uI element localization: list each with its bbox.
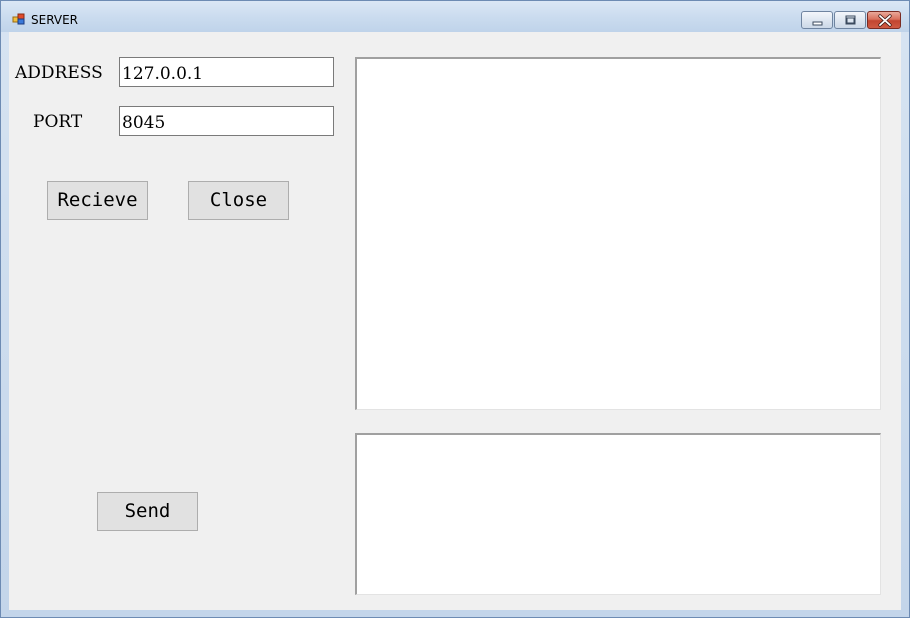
form-client-area: ADDRESS PORT Recieve Close Send <box>9 32 901 610</box>
minimize-icon <box>812 21 823 26</box>
received-log-textarea[interactable] <box>355 57 881 410</box>
restore-button[interactable] <box>834 11 866 29</box>
close-icon <box>878 14 892 27</box>
restore-icon <box>845 15 856 25</box>
app-window-icon <box>12 13 25 25</box>
address-input[interactable] <box>119 57 334 87</box>
send-button[interactable]: Send <box>97 492 198 531</box>
window-title: SERVER <box>31 13 79 27</box>
address-label: ADDRESS <box>15 63 103 83</box>
minimize-button[interactable] <box>801 11 833 29</box>
title-bar[interactable]: SERVER <box>1 1 909 32</box>
receive-button[interactable]: Recieve <box>47 181 148 220</box>
port-label: PORT <box>33 112 83 132</box>
server-window: SERVER ADDRESS PORT Recieve Close Send <box>0 0 910 618</box>
message-input-textarea[interactable] <box>355 433 881 595</box>
close-button[interactable]: Close <box>188 181 289 220</box>
close-window-button[interactable] <box>867 11 901 29</box>
port-input[interactable] <box>119 106 334 136</box>
